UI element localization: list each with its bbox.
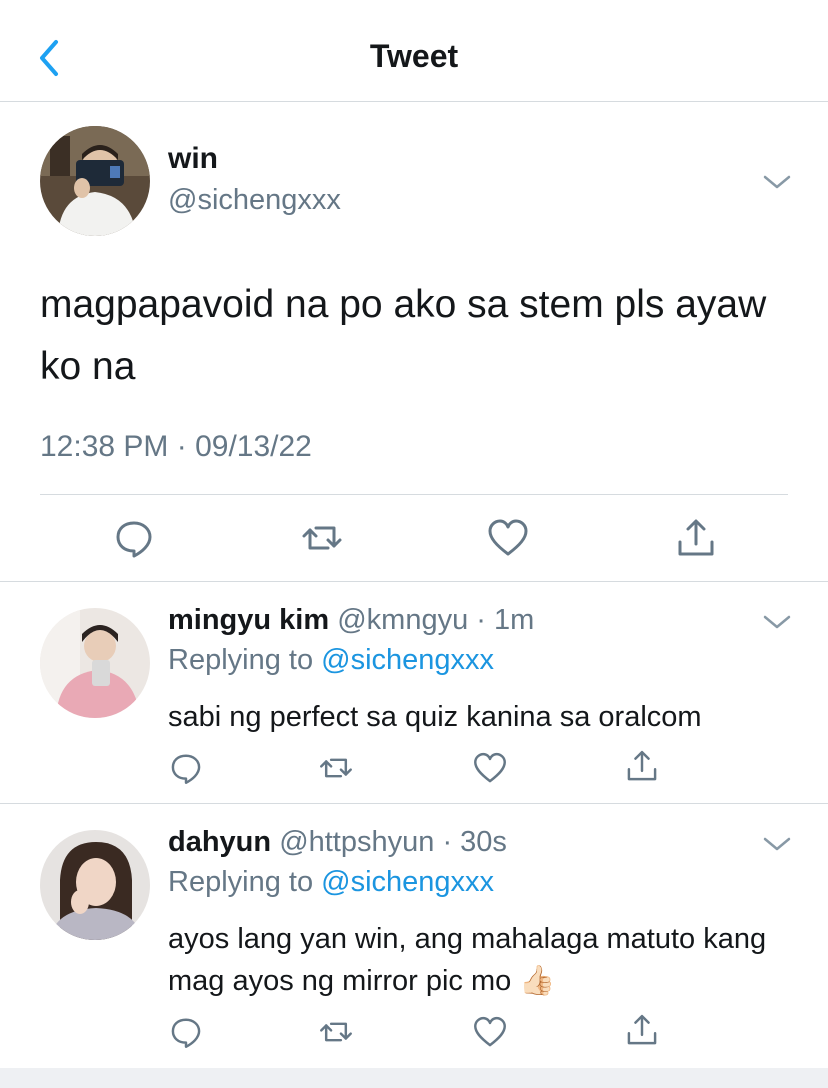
reply-icon [171,754,201,784]
like-button[interactable] [472,750,508,786]
reply-tweet[interactable]: mingyu kim @kmngyu · 1m Replying to @sic… [0,582,828,804]
like-icon [488,519,528,556]
like-icon [474,752,506,783]
reply-button[interactable] [168,750,204,786]
share-icon [627,750,657,781]
tweet-text: magpapavoid na po ako sa stem pls ayaw k… [40,283,767,388]
reply-text: ayos lang yan win, ang mahalaga matuto k… [168,923,767,997]
share-button[interactable] [624,748,660,784]
username-handle[interactable]: @kmngyu [337,604,468,636]
username-handle[interactable]: @sichengxxx [168,184,341,217]
mention-link[interactable]: @sichengxxx [321,866,494,898]
retweet-icon [320,1022,352,1042]
avatar[interactable] [40,830,150,940]
like-icon [474,1016,506,1047]
tweet-timestamp[interactable]: 12:38 PM · 09/13/22 [40,430,312,464]
like-button[interactable] [486,516,530,560]
replying-label: Replying to [168,866,314,898]
replying-label: Replying to [168,644,314,676]
tweet-options-button[interactable] [762,612,792,632]
chevron-down-icon [763,175,791,189]
retweet-button[interactable] [318,750,354,786]
dot-separator: · [468,604,494,636]
tweet-options-button[interactable] [762,834,792,854]
reply-tweet[interactable]: dahyun @httpshyun · 30s Replying to @sic… [0,804,828,1068]
bottom-edge [0,1068,828,1088]
divider [40,494,788,495]
avatar[interactable] [40,126,150,236]
reply-icon [116,521,152,558]
replying-to: Replying to @sichengxxx [168,644,494,677]
share-button[interactable] [674,516,718,560]
retweet-icon [320,758,352,778]
like-button[interactable] [472,1014,508,1050]
dot-separator: · [434,826,461,858]
top-nav-bar: Tweet [0,0,828,102]
display-name[interactable]: dahyun [168,826,271,858]
chevron-down-icon [763,837,791,851]
share-button[interactable] [624,1012,660,1048]
main-tweet: win @sichengxxx magpapavoid na po ako sa… [0,102,828,582]
retweet-button[interactable] [300,516,344,560]
retweet-icon [302,526,342,550]
avatar[interactable] [40,608,150,718]
reply-header: dahyun @httpshyun · 30s [168,826,507,859]
reply-time: 30s [460,826,507,858]
reply-time: 1m [493,604,535,636]
replying-to: Replying to @sichengxxx [168,866,494,899]
display-name[interactable]: win [168,142,218,176]
tweet-options-button[interactable] [762,172,792,192]
reply-header: mingyu kim @kmngyu · 1m [168,604,534,637]
retweet-button[interactable] [318,1014,354,1050]
share-icon [678,519,714,556]
reply-button[interactable] [168,1014,204,1050]
display-name[interactable]: mingyu kim [168,604,329,636]
page-title: Tweet [369,38,459,74]
share-icon [627,1014,657,1045]
mention-link[interactable]: @sichengxxx [321,644,494,676]
chevron-down-icon [763,615,791,629]
reply-button[interactable] [112,516,156,560]
username-handle[interactable]: @httpshyun [279,826,434,858]
reply-text: sabi ng perfect sa quiz kanina sa oralco… [168,701,702,733]
reply-icon [171,1018,201,1048]
